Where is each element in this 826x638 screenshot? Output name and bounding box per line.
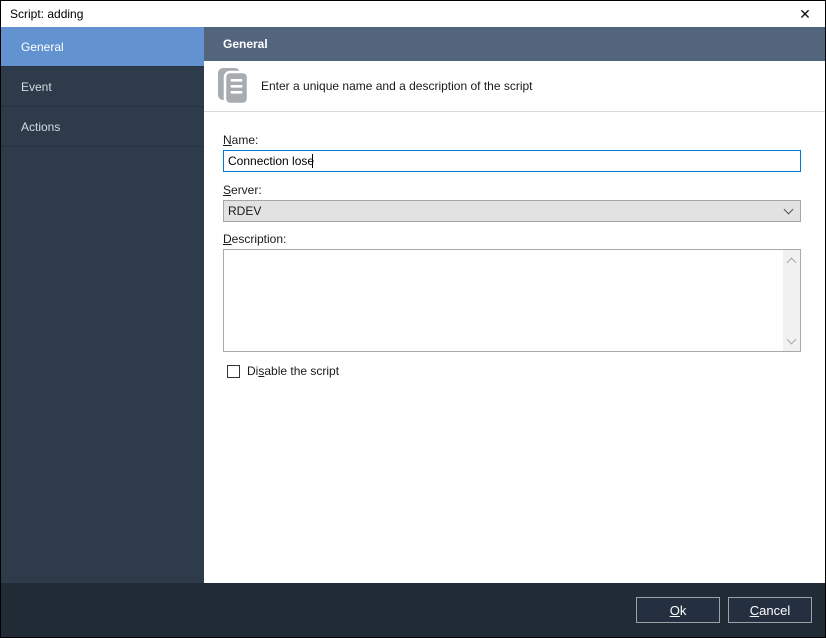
dialog-window: Script: adding ✕ General Event Actions G… xyxy=(0,0,826,638)
name-input[interactable] xyxy=(223,150,801,172)
scroll-up-icon[interactable] xyxy=(786,257,797,268)
server-select-value: RDEV xyxy=(228,204,262,218)
description-scrollbar[interactable] xyxy=(783,250,800,351)
titlebar[interactable]: Script: adding ✕ xyxy=(1,1,825,27)
text-caret xyxy=(312,154,313,168)
footer-bar: Ok Cancel xyxy=(1,583,825,637)
sidebar: General Event Actions xyxy=(1,27,204,583)
sidebar-item-general[interactable]: General xyxy=(1,27,204,67)
server-label: Server: xyxy=(223,183,262,197)
description-textarea[interactable] xyxy=(224,250,783,351)
description-label: Description: xyxy=(223,232,287,246)
ok-button[interactable]: Ok xyxy=(636,597,720,623)
chevron-down-icon xyxy=(783,204,794,215)
sidebar-item-label: General xyxy=(21,39,64,54)
hero-text: Enter a unique name and a description of… xyxy=(261,79,533,93)
name-label: Name: xyxy=(223,133,259,147)
general-form: Name: Server: RDEV Description: xyxy=(204,112,825,583)
disable-script-label[interactable]: Disable the script xyxy=(247,364,339,378)
hero-row: Enter a unique name and a description of… xyxy=(204,61,825,112)
description-field-frame xyxy=(223,249,801,352)
window-title: Script: adding xyxy=(10,7,84,21)
server-select[interactable]: RDEV xyxy=(223,200,801,222)
sidebar-item-label: Event xyxy=(21,79,52,94)
cancel-button[interactable]: Cancel xyxy=(728,597,812,623)
sidebar-item-label: Actions xyxy=(21,119,61,134)
disable-script-checkbox[interactable] xyxy=(227,364,240,378)
page-title-bar: General xyxy=(204,27,825,61)
page-title: General xyxy=(223,37,268,51)
close-icon[interactable]: ✕ xyxy=(785,1,825,27)
sidebar-item-actions[interactable]: Actions xyxy=(1,107,204,147)
scroll-down-icon[interactable] xyxy=(786,334,797,345)
sidebar-item-event[interactable]: Event xyxy=(1,67,204,107)
disable-script-row[interactable]: Disable the script xyxy=(227,364,799,378)
main-panel: General Enter a unique name and a descri… xyxy=(204,27,825,583)
script-pages-icon xyxy=(215,66,251,106)
